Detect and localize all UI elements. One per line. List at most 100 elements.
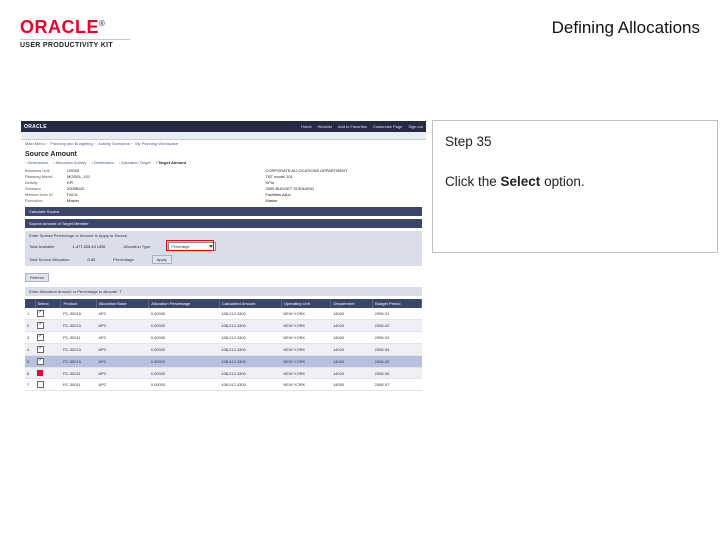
field-label bbox=[224, 192, 266, 197]
cell-pct: 0.00000 bbox=[149, 320, 220, 332]
cell-amount: 438,012.4300 bbox=[219, 320, 281, 332]
row-checkbox[interactable] bbox=[37, 334, 44, 341]
row-num: 2 bbox=[25, 320, 35, 332]
table-row[interactable]: 4PC-30015APC0.00000438,012.4300NEW YORK1… bbox=[25, 344, 422, 356]
column-header[interactable]: Budget Period bbox=[373, 299, 422, 308]
tab-item[interactable]: › Allocation Activity bbox=[53, 160, 86, 165]
form-pair: Scenario2009BUD bbox=[25, 186, 224, 191]
instruction-suffix: option. bbox=[540, 174, 584, 189]
oracle-logo: ORACLE® bbox=[20, 17, 105, 37]
field-value: Facilities Alloc bbox=[266, 192, 291, 197]
top-menu-item[interactable]: Add to Favorites bbox=[338, 124, 367, 129]
field-value: Master bbox=[266, 198, 278, 203]
tab-item[interactable]: › Destination bbox=[91, 160, 113, 165]
cell-pct: 0.00000 bbox=[149, 379, 220, 391]
cell-pct: 0.00000 bbox=[149, 332, 220, 344]
row-num: 1 bbox=[25, 308, 35, 320]
refresh-button[interactable]: Refresh bbox=[25, 273, 49, 282]
row-checkbox[interactable] bbox=[37, 322, 44, 329]
breadcrumb-item[interactable]: Planning and Budgeting › bbox=[50, 141, 95, 146]
cell-amount: 438,012.4300 bbox=[219, 332, 281, 344]
column-header[interactable]: Select bbox=[35, 299, 61, 308]
table-row[interactable]: 1PC-30015APC0.00000438,012.4300NEW YORK1… bbox=[25, 308, 422, 320]
error-icon bbox=[37, 370, 43, 376]
field-label: Scenario bbox=[25, 186, 67, 191]
instruction-text: Click the Select option. bbox=[445, 171, 705, 193]
tab-item[interactable]: › Allocation Target bbox=[119, 160, 151, 165]
table-row[interactable]: 3 PC-30011APC0.00000438,012.4300NEW YORK1… bbox=[25, 332, 422, 344]
row-checkbox[interactable] bbox=[37, 381, 44, 388]
cell-dept: 14000 bbox=[331, 344, 373, 356]
row-checkbox[interactable] bbox=[37, 358, 44, 365]
form-pair: Master bbox=[224, 198, 423, 203]
field-value: Master bbox=[67, 198, 79, 203]
table-row[interactable]: 7PC-30011APC0.00000438,012.4300NEW YORK1… bbox=[25, 379, 422, 391]
cell-product: PC-30011 bbox=[61, 368, 96, 379]
field-value: 2009 BUDGET SCENARIO bbox=[266, 186, 315, 191]
cell-product: PC-30011 bbox=[61, 332, 96, 344]
top-menu-item[interactable]: Customize Page bbox=[373, 124, 402, 129]
cell-amount: 438,012.4300 bbox=[219, 344, 281, 356]
breadcrumb-item[interactable]: Activity Scenarios › bbox=[98, 141, 132, 146]
field-value: KPIs bbox=[266, 180, 274, 185]
section-title: Source Amount bbox=[25, 151, 422, 158]
tab-item[interactable]: › Dimensions bbox=[25, 160, 48, 165]
table-row[interactable]: 2PC-30015APC0.00000438,012.4300NEW YORK1… bbox=[25, 320, 422, 332]
tab-strip: › Dimensions › Allocation Activity › Desti… bbox=[25, 160, 422, 165]
cell-dept: 14000 bbox=[331, 308, 373, 320]
field-value: US005 bbox=[67, 168, 79, 173]
cell-amount: 438,012.4300 bbox=[219, 308, 281, 320]
top-menu-item[interactable]: Sign out bbox=[408, 124, 423, 129]
column-header[interactable]: Department bbox=[331, 299, 373, 308]
percentage-label: Percentage bbox=[113, 257, 133, 262]
page-header: ORACLE® USER PRODUCTIVITY KIT Defining A… bbox=[20, 18, 700, 49]
column-header[interactable]: Calculated Amount bbox=[219, 299, 281, 308]
tab-item[interactable]: › Target Amount bbox=[156, 160, 186, 165]
cell-base: APC bbox=[96, 332, 148, 344]
cell-product: PC-30015 bbox=[61, 308, 96, 320]
cell-ou: NEW YORK bbox=[281, 356, 331, 368]
form-pair: Business UnitUS005 bbox=[25, 168, 224, 173]
grid-caption: Enter Allocation Amount or Percentage to… bbox=[25, 287, 422, 296]
cell-ou: NEW YORK bbox=[281, 379, 331, 391]
cell-period: 2008-04 bbox=[373, 344, 422, 356]
field-label bbox=[224, 186, 266, 191]
summary-caption: Enter Spread Percentage or Amount to App… bbox=[25, 231, 422, 240]
field-value: CORPORATE ALLOCATIONS DEPARTMENT bbox=[266, 168, 348, 173]
top-menu-item[interactable]: Home bbox=[301, 124, 312, 129]
row-checkbox[interactable] bbox=[37, 346, 44, 353]
field-label bbox=[224, 180, 266, 185]
row-num: 3 bbox=[25, 332, 35, 344]
cell-dept: 14000 bbox=[331, 320, 373, 332]
embedded-screenshot: ORACLE Home Worklist Add to Favorites Custo… bbox=[20, 120, 427, 397]
column-header[interactable]: Operating Unit bbox=[281, 299, 331, 308]
row-checkbox[interactable] bbox=[37, 310, 44, 317]
top-menu-item[interactable]: Worklist bbox=[318, 124, 332, 129]
column-header[interactable]: Allocation Percentage bbox=[149, 299, 220, 308]
form-pair: CORPORATE ALLOCATIONS DEPARTMENT bbox=[224, 168, 423, 173]
app-logo: ORACLE bbox=[24, 124, 47, 130]
breadcrumb-item[interactable]: My Planning Workspace bbox=[135, 141, 178, 146]
instruction-prefix: Click the bbox=[445, 174, 501, 189]
upk-subbrand: USER PRODUCTIVITY KIT bbox=[20, 42, 130, 49]
cell-period: 2008-01 bbox=[373, 308, 422, 320]
cell-ou: NEW YORK bbox=[281, 332, 331, 344]
column-header[interactable] bbox=[25, 299, 35, 308]
allocation-grid: SelectProductAllocation BaseAllocation P… bbox=[25, 299, 422, 391]
column-header[interactable]: Allocation Base bbox=[96, 299, 148, 308]
cell-period: 2008-03 bbox=[373, 332, 422, 344]
cell-product: PC-30015 bbox=[61, 344, 96, 356]
cell-product: PC-30015 bbox=[61, 320, 96, 332]
form-fields: Business UnitUS005 CORPORATE ALLOCATIONS … bbox=[25, 168, 422, 204]
field-label: Business Unit bbox=[25, 168, 67, 173]
row-num: 7 bbox=[25, 379, 35, 391]
cell-dept: 14000 bbox=[331, 332, 373, 344]
table-row[interactable]: 6PC-30011APC0.00000438,012.4300NEW YORK1… bbox=[25, 368, 422, 379]
cell-ou: NEW YORK bbox=[281, 344, 331, 356]
table-row[interactable]: 5PC-30015APC0.00000438,012.4300NEW YORK1… bbox=[25, 356, 422, 368]
apply-button[interactable]: Apply bbox=[152, 255, 172, 264]
breadcrumb-item[interactable]: Main Menu › bbox=[25, 141, 47, 146]
column-header[interactable]: Product bbox=[61, 299, 96, 308]
summary-row-2: Total Source Allocation 0.00 Percentage … bbox=[25, 253, 422, 266]
field-value: TBT model 101 bbox=[266, 174, 293, 179]
